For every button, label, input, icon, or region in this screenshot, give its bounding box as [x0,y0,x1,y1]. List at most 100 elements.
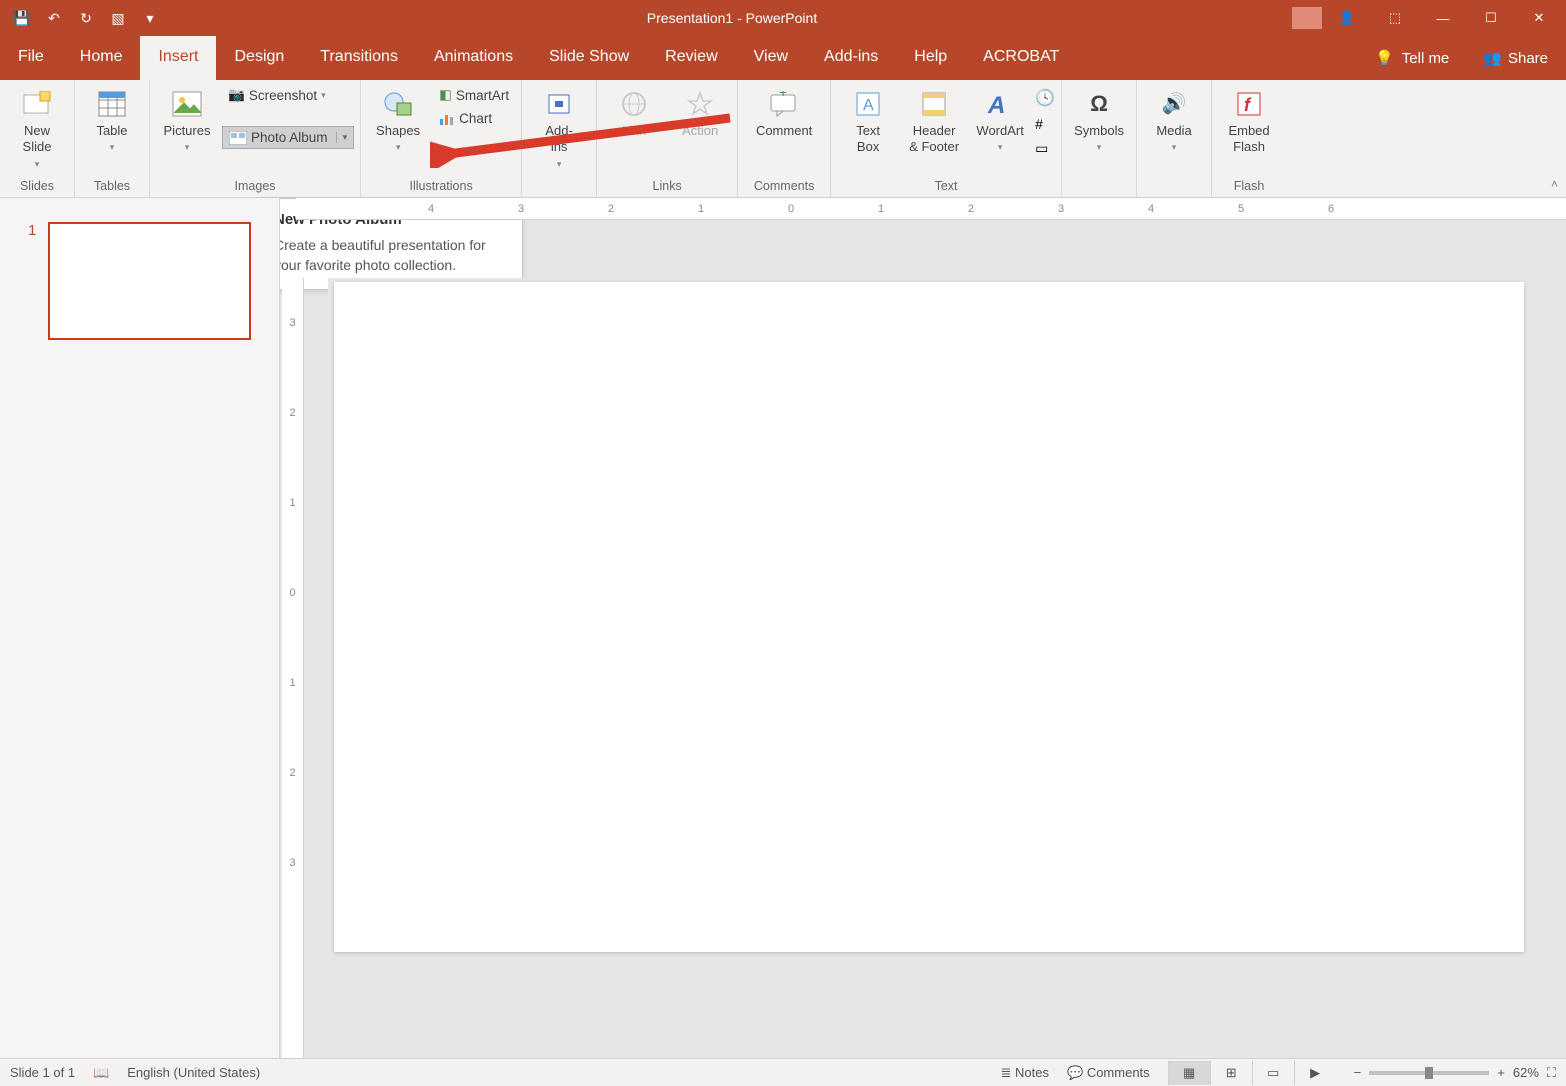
group-symbols: Ω Symbols [1062,80,1137,197]
view-normal-button[interactable]: ▦ [1168,1061,1210,1085]
dropdown-split-icon[interactable]: ▾ [336,132,348,143]
shapes-button[interactable]: Shapes [367,84,429,158]
status-slide-count[interactable]: Slide 1 of 1 [10,1065,75,1080]
quick-access-toolbar: 💾 ↶ ↻ ▧ ▾ [0,4,172,32]
link-icon [618,88,650,120]
slide-thumbnail-pane[interactable]: 1 [0,198,280,1058]
share-icon: 👥 [1483,49,1502,67]
comments-button[interactable]: 💬 Comments [1067,1065,1150,1081]
symbols-button[interactable]: Ω Symbols [1068,84,1130,158]
tab-help[interactable]: Help [896,36,965,80]
group-addins-label [522,191,596,197]
tab-transitions[interactable]: Transitions [302,36,416,80]
slide-number: 1 [28,222,36,340]
view-slideshow-button[interactable]: ▶ [1294,1061,1336,1085]
addins-button[interactable]: Add- ins [528,84,590,174]
tab-design[interactable]: Design [216,36,302,80]
addins-label: Add- ins [545,123,572,156]
minimize-button[interactable]: — [1420,3,1466,33]
action-button[interactable]: Action [669,84,731,143]
wordart-button[interactable]: A WordArt [969,84,1031,158]
header-footer-label: Header & Footer [909,123,959,156]
group-media: 🔊 Media [1137,80,1212,197]
object-icon[interactable]: ▭ [1035,140,1055,157]
new-slide-label: New Slide [23,123,52,156]
link-button[interactable]: Link [603,84,665,143]
flash-icon: f [1233,88,1265,120]
ribbon-display-icon[interactable]: ⬚ [1372,3,1418,33]
status-language[interactable]: English (United States) [127,1065,260,1080]
redo-icon[interactable]: ↻ [72,4,100,32]
tab-review[interactable]: Review [647,36,735,80]
close-button[interactable]: ✕ [1516,3,1562,33]
slideshow-start-icon[interactable]: ▧ [104,4,132,32]
group-links: Link Action Links [597,80,738,197]
group-slides: New Slide Slides [0,80,75,197]
zoom-slider[interactable] [1369,1071,1489,1075]
ribbon-tabs: File Home Insert Design Transitions Anim… [0,36,1566,80]
group-illustrations: Shapes ◧ SmartArt Chart Illustrations [361,80,522,197]
pictures-button[interactable]: Pictures [156,84,218,158]
header-footer-button[interactable]: Header & Footer [903,84,965,160]
slide-canvas[interactable] [334,282,1524,952]
new-slide-button[interactable]: New Slide [6,84,68,174]
group-images-label: Images [150,177,360,197]
photo-album-button[interactable]: Photo Album ▾ [222,126,354,149]
share-button[interactable]: 👥 Share [1465,36,1566,80]
zoom-in-button[interactable]: + [1497,1065,1505,1080]
shapes-icon [382,88,414,120]
camera-icon: 📷 [228,87,245,103]
tab-add-ins[interactable]: Add-ins [806,36,896,80]
symbols-label: Symbols [1074,123,1124,139]
text-box-label: Text Box [856,123,880,156]
status-bar: Slide 1 of 1 📖 English (United States) ≣… [0,1058,1566,1086]
tab-animations[interactable]: Animations [416,36,531,80]
save-icon[interactable]: 💾 [8,4,36,32]
date-time-icon[interactable]: 🕓 [1035,88,1055,108]
text-box-button[interactable]: A Text Box [837,84,899,160]
tab-slide-show[interactable]: Slide Show [531,36,647,80]
media-label: Media [1156,123,1191,139]
embed-flash-button[interactable]: f Embed Flash [1218,84,1280,160]
tab-view[interactable]: View [736,36,806,80]
shapes-label: Shapes [376,123,420,139]
qat-more-icon[interactable]: ▾ [136,4,164,32]
slide-thumbnail-preview[interactable] [48,222,251,340]
view-sorter-button[interactable]: ⊞ [1210,1061,1252,1085]
notes-button[interactable]: ≣ Notes [1001,1065,1049,1081]
spellcheck-icon[interactable]: 📖 [93,1065,109,1081]
smartart-icon: ◧ [439,87,452,103]
slide-editor-area[interactable] [328,278,1532,1028]
tab-acrobat[interactable]: ACROBAT [965,36,1077,80]
header-footer-icon [918,88,950,120]
tab-home[interactable]: Home [62,36,141,80]
smartart-button[interactable]: ◧ SmartArt [433,84,515,106]
zoom-level[interactable]: 62% [1513,1065,1539,1080]
slide-number-icon[interactable]: # [1035,116,1055,132]
action-icon [684,88,716,120]
share-label: Share [1508,50,1548,67]
tab-file[interactable]: File [0,36,62,80]
media-button[interactable]: 🔊 Media [1143,84,1205,158]
slide-thumbnail-1[interactable]: 1 [28,222,251,340]
tell-me-search[interactable]: 💡 Tell me [1359,36,1465,80]
view-reading-button[interactable]: ▭ [1252,1061,1294,1085]
tab-insert[interactable]: Insert [140,36,216,80]
screenshot-button[interactable]: 📷 Screenshot [222,84,354,106]
undo-icon[interactable]: ↶ [40,4,68,32]
symbols-icon: Ω [1083,88,1115,120]
zoom-out-button[interactable]: − [1354,1065,1362,1080]
comment-button[interactable]: + Comment [744,84,824,143]
table-button[interactable]: Table [81,84,143,158]
pictures-label: Pictures [164,123,211,139]
maximize-button[interactable]: ☐ [1468,3,1514,33]
collapse-ribbon-icon[interactable]: ˄ [1551,177,1558,191]
chart-button[interactable]: Chart [433,108,515,129]
user-icon[interactable]: 👤 [1324,3,1370,33]
group-text: A Text Box Header & Footer A WordArt 🕓 #… [831,80,1062,197]
photo-album-label: Photo Album [251,130,328,145]
group-links-label: Links [597,177,737,197]
account-avatar[interactable] [1292,7,1322,29]
fit-to-window-button[interactable]: ⛶ [1547,1065,1556,1081]
svg-text:+: + [779,91,787,100]
